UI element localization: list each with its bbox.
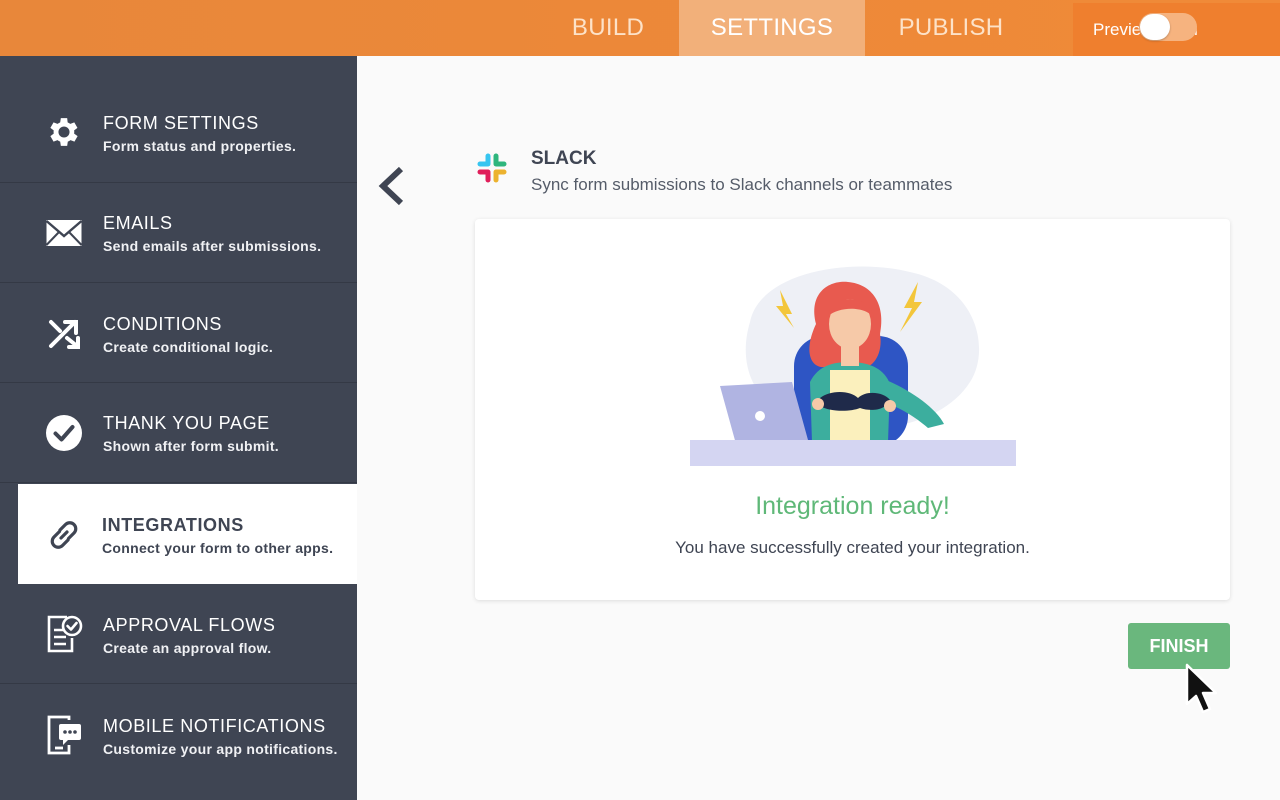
- sidebar-item-title: THANK YOU PAGE: [103, 413, 270, 433]
- back-chevron-icon[interactable]: [374, 164, 410, 208]
- sidebar-item-mobile-notifications[interactable]: MOBILE NOTIFICATIONS Customize your app …: [0, 685, 357, 785]
- envelope-icon: [44, 213, 84, 253]
- sidebar-item-conditions[interactable]: CONDITIONS Create conditional logic.: [0, 283, 357, 383]
- sidebar-item-thank-you-page[interactable]: THANK YOU PAGE Shown after form submit.: [0, 383, 357, 483]
- sidebar-item-emails[interactable]: EMAILS Send emails after submissions.: [0, 183, 357, 283]
- sidebar-item-form-settings[interactable]: FORM SETTINGS Form status and properties…: [0, 82, 357, 183]
- success-illustration: [690, 262, 1020, 472]
- sidebar-item-title: FORM SETTINGS: [103, 113, 259, 133]
- sidebar-item-subtitle: Send emails after submissions.: [103, 238, 322, 254]
- sidebar-item-title: APPROVAL FLOWS: [103, 615, 276, 635]
- tab-build[interactable]: BUILD: [537, 0, 679, 56]
- approval-icon: [44, 614, 84, 654]
- tab-settings[interactable]: SETTINGS: [679, 0, 865, 56]
- sidebar-item-title: INTEGRATIONS: [102, 515, 244, 535]
- integration-success-message: You have successfully created your integ…: [675, 538, 1030, 557]
- top-bar: BUILD SETTINGS PUBLISH Preview Form: [0, 0, 1280, 56]
- sidebar-item-subtitle: Connect your form to other apps.: [102, 540, 334, 556]
- sidebar-item-title: MOBILE NOTIFICATIONS: [103, 716, 326, 736]
- check-circle-icon: [44, 413, 84, 453]
- mouse-pointer-icon: [1183, 662, 1223, 718]
- sidebar-item-subtitle: Shown after form submit.: [103, 438, 279, 454]
- link-icon: [44, 515, 84, 555]
- sidebar-item-title: EMAILS: [103, 213, 173, 233]
- preview-form-toggle[interactable]: [1139, 13, 1197, 41]
- mobile-notification-icon: [44, 715, 84, 755]
- sidebar-item-subtitle: Form status and properties.: [103, 138, 297, 154]
- sidebar-item-approval-flows[interactable]: APPROVAL FLOWS Create an approval flow.: [0, 584, 357, 684]
- tab-publish[interactable]: PUBLISH: [865, 0, 1037, 56]
- sidebar-item-subtitle: Create an approval flow.: [103, 640, 272, 656]
- gear-icon: [44, 112, 84, 152]
- sidebar-item-integrations[interactable]: INTEGRATIONS Connect your form to other …: [18, 484, 357, 584]
- integration-description: Sync form submissions to Slack channels …: [531, 175, 953, 194]
- integration-name: SLACK: [531, 148, 597, 169]
- integration-ready-heading: Integration ready!: [755, 492, 950, 520]
- sidebar-item-title: CONDITIONS: [103, 314, 223, 334]
- slack-logo-icon: [476, 152, 508, 184]
- settings-sidebar: FORM SETTINGS Form status and properties…: [0, 56, 357, 800]
- toggle-knob: [1140, 14, 1170, 40]
- sidebar-item-subtitle: Customize your app notifications.: [103, 741, 338, 757]
- conditions-icon: [44, 313, 84, 353]
- sidebar-item-subtitle: Create conditional logic.: [103, 339, 274, 355]
